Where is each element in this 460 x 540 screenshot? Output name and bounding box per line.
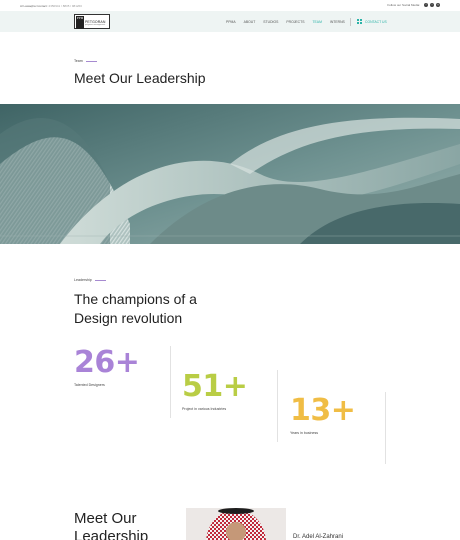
facebook-icon[interactable]: f bbox=[424, 3, 428, 7]
social-links: Follow our Social Media: f t ◎ bbox=[387, 3, 440, 7]
leadership-heading: The champions of a Design revolution bbox=[74, 291, 197, 326]
nav-item-ppma[interactable]: PPMA bbox=[226, 20, 236, 24]
leader-name: Dr. Adel Al-Zahrani bbox=[293, 534, 344, 540]
stat-label: Years in business bbox=[290, 431, 319, 435]
leadership-eyebrow: Leadership bbox=[74, 278, 106, 282]
stat-value: 13+ bbox=[290, 393, 356, 428]
hero-image bbox=[0, 104, 460, 244]
stat-divider bbox=[170, 346, 171, 418]
contact-label: Al Lawaqha Contact: bbox=[20, 4, 48, 8]
leadership-eyebrow-line bbox=[94, 279, 106, 281]
leaders-heading: Meet Our Leadership bbox=[74, 510, 149, 540]
stat-label: Talented Designers bbox=[74, 383, 105, 387]
stat-years: 13+ Years in business bbox=[290, 393, 356, 436]
nav-item-interns[interactable]: INTERNS bbox=[330, 20, 345, 24]
stat-label: Project in various Industries bbox=[182, 407, 227, 411]
eyebrow-label: Team bbox=[74, 59, 83, 63]
stat-divider bbox=[385, 392, 386, 464]
logo-subtitle: petgoran management bbox=[85, 24, 106, 26]
logo-mark: PPM bbox=[76, 16, 84, 29]
nav-menu: PPMA ABOUT STUDIOS PROJECTS TEAM INTERNS bbox=[226, 20, 345, 24]
instagram-icon[interactable]: ◎ bbox=[436, 3, 440, 7]
contact-number[interactable]: 2350941 / 8835 / 981260 bbox=[49, 4, 82, 8]
leader-portrait bbox=[186, 508, 286, 540]
eyebrow-line bbox=[85, 60, 97, 62]
top-bar: Al Lawaqha Contact: 2350941 / 8835 / 981… bbox=[0, 0, 460, 11]
twitter-icon[interactable]: t bbox=[430, 3, 434, 7]
page-title: Meet Our Leadership bbox=[74, 70, 206, 86]
stat-value: 26+ bbox=[74, 345, 140, 380]
nav-item-projects[interactable]: PROJECTS bbox=[286, 20, 304, 24]
stat-designers: 26+ Talented Designers bbox=[74, 345, 140, 388]
team-eyebrow: Team bbox=[74, 59, 97, 63]
nav-item-team[interactable]: TEAM bbox=[312, 20, 321, 24]
social-label: Follow our Social Media: bbox=[387, 3, 420, 7]
leadership-eyebrow-label: Leadership bbox=[74, 278, 92, 282]
nav-item-about[interactable]: ABOUT bbox=[244, 20, 256, 24]
contact-us-button[interactable]: CONTACT US bbox=[357, 19, 387, 24]
top-contact: Al Lawaqha Contact: 2350941 / 8835 / 981… bbox=[20, 4, 82, 8]
stat-projects: 51+ Project in various Industries bbox=[182, 369, 248, 412]
leader-photo[interactable] bbox=[186, 508, 286, 540]
hero-graphic bbox=[0, 104, 460, 244]
grid-icon bbox=[357, 19, 362, 24]
site-logo[interactable]: PPM PETGORAN petgoran management bbox=[74, 14, 110, 29]
main-navbar: PPM PETGORAN petgoran management PPMA AB… bbox=[0, 11, 460, 32]
nav-item-studios[interactable]: STUDIOS bbox=[263, 20, 278, 24]
stat-divider bbox=[277, 370, 278, 442]
contact-us-label: CONTACT US bbox=[365, 19, 387, 24]
stat-value: 51+ bbox=[182, 369, 248, 404]
nav-divider bbox=[350, 18, 351, 26]
